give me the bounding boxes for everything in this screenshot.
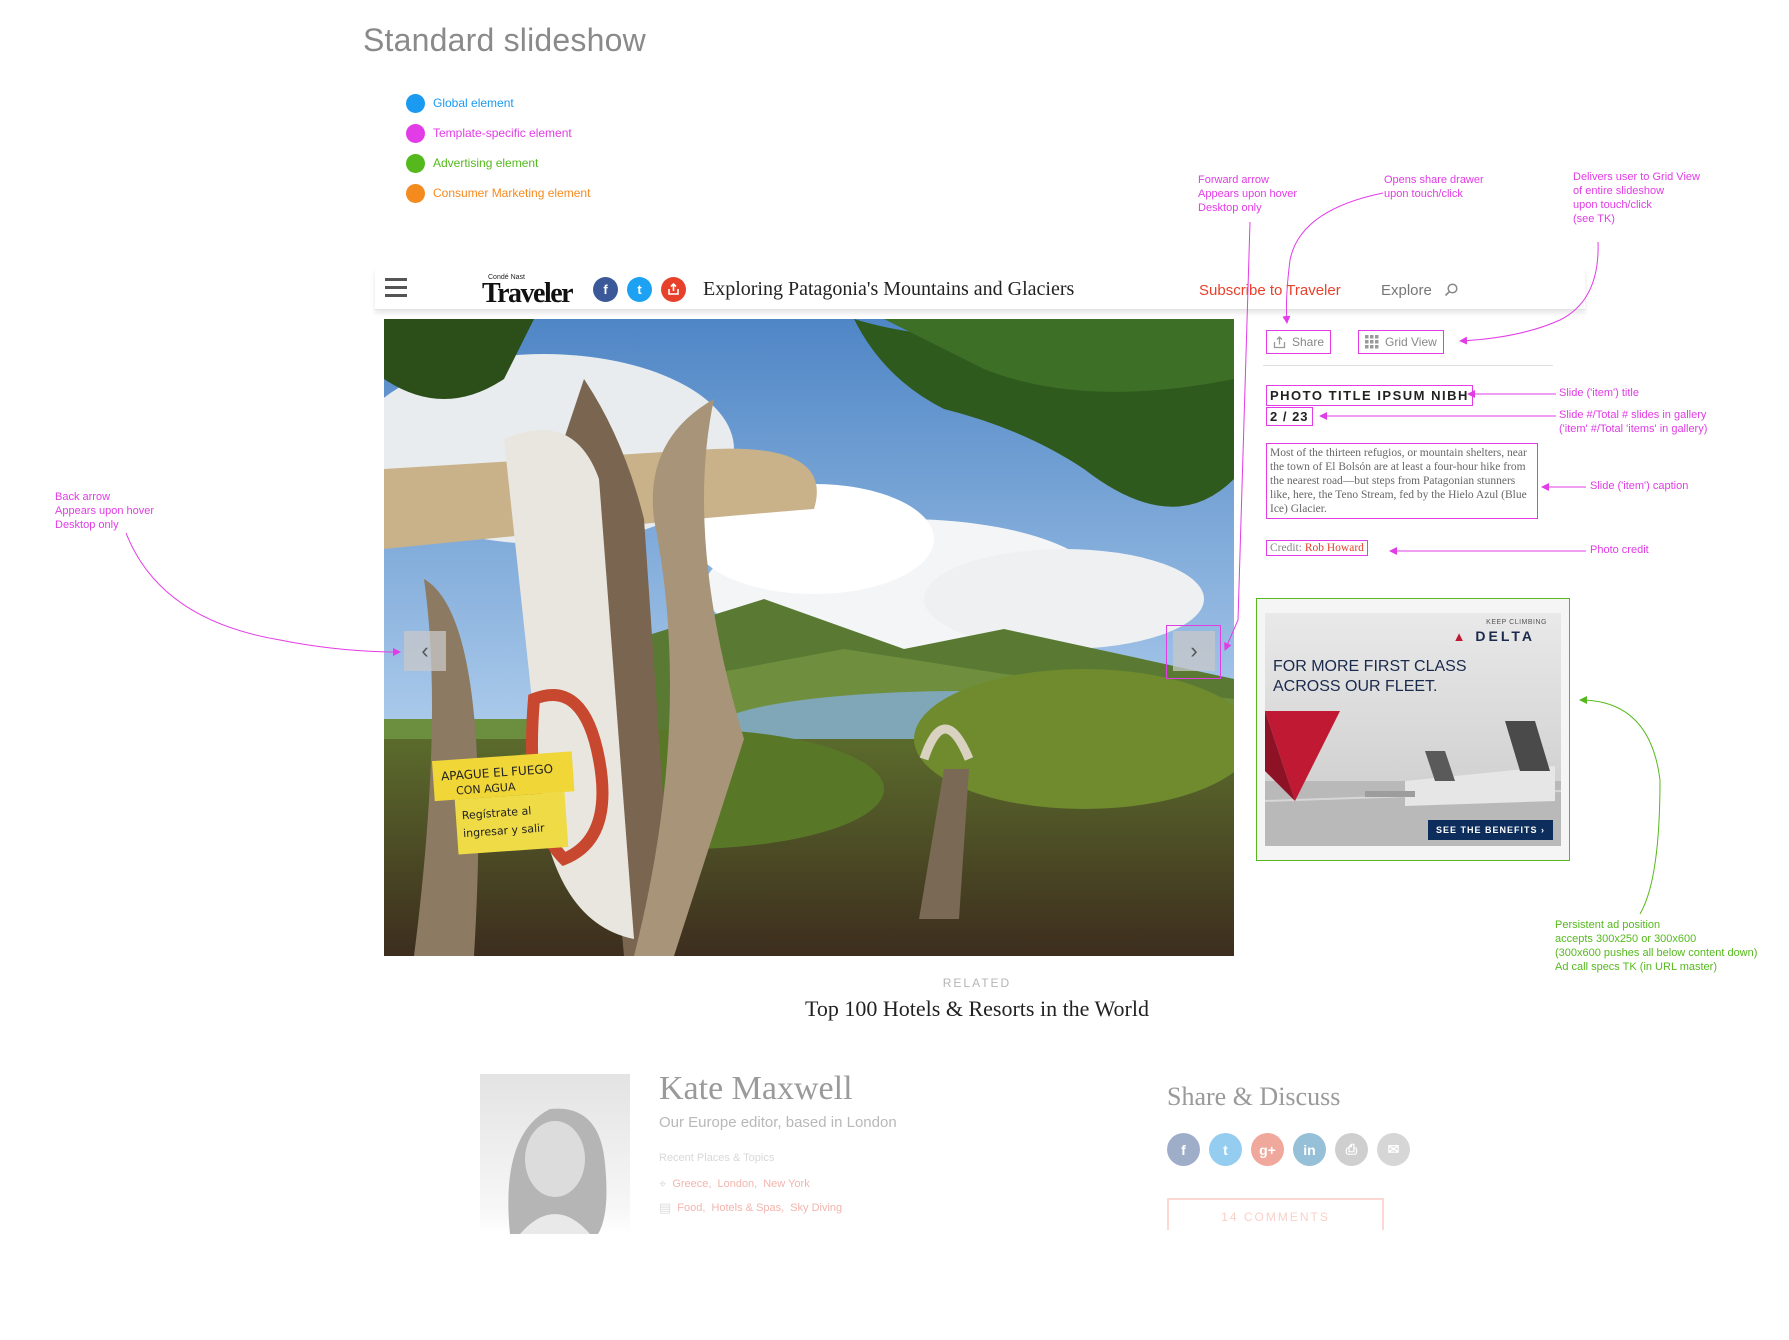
search-icon[interactable] [1444, 283, 1458, 297]
location-pin-icon: ⌖ [659, 1176, 667, 1191]
recent-places-label: Recent Places & Topics [659, 1152, 775, 1164]
annotation-slide-count: Slide #/Total # slides in gallery ('item… [1559, 409, 1708, 435]
share-icon[interactable] [661, 277, 686, 302]
linkedin-share-icon[interactable]: in [1293, 1133, 1326, 1166]
slide-counter: 2 / 23 [1266, 407, 1313, 426]
author-role: Our Europe editor, based in London [659, 1114, 897, 1131]
annotation-share-drawer: Opens share drawer upon touch/click [1384, 174, 1484, 200]
legend-item-template: Template-specific element [406, 118, 590, 148]
topic-link[interactable]: Sky Diving [790, 1202, 842, 1214]
annotation-slide-title: Slide ('item') title [1559, 387, 1639, 399]
annotation-grid-view: Delivers user to Grid View of entire sli… [1573, 171, 1700, 225]
grid-view-label: Grid View [1385, 335, 1437, 349]
annotation-slide-caption: Slide ('item') caption [1590, 480, 1689, 492]
author-avatar [480, 1074, 630, 1234]
slide-photo-scene: APAGUE EL FUEGO CON AGUA Regístrate al i… [384, 319, 1234, 956]
related-label: RELATED [942, 976, 1012, 990]
recent-places-row: ⌖ Greece, London, New York [659, 1176, 810, 1192]
grid-icon [1365, 335, 1379, 349]
legend-dot-icon [406, 93, 425, 113]
recent-topics-row: ▤ Food, Hotels & Spas, Sky Diving [659, 1200, 842, 1216]
legend-dot-icon [406, 153, 425, 173]
page-title: Standard slideshow [363, 22, 646, 58]
topic-link[interactable]: Hotels & Spas, [711, 1202, 784, 1214]
hamburger-menu-icon[interactable] [385, 278, 407, 298]
slide-back-arrow[interactable]: ‹ [404, 631, 446, 671]
share-button-label: Share [1292, 335, 1325, 349]
author-portrait [508, 1108, 607, 1234]
explore-link[interactable]: Explore [1381, 282, 1458, 299]
photo-credit: Credit: Rob Howard [1266, 540, 1368, 556]
facebook-share-icon[interactable]: f [1167, 1133, 1200, 1166]
annotation-ad-position: Persistent ad position accepts 300x250 o… [1555, 919, 1758, 973]
delta-ad[interactable]: KEEP CLIMBING ▲ DELTA FOR MORE FIRST CLA… [1265, 613, 1561, 846]
topic-link[interactable]: Food, [677, 1202, 705, 1214]
slide-photo: APAGUE EL FUEGO CON AGUA Regístrate al i… [384, 319, 1234, 956]
grid-view-button[interactable]: Grid View [1358, 330, 1444, 354]
legend-item-consumer-marketing: Consumer Marketing element [406, 178, 590, 208]
legend-dot-icon [406, 183, 425, 203]
ad-headline-line-1: FOR MORE FIRST CLASS [1273, 658, 1467, 675]
share-discuss-title: Share & Discuss [1167, 1082, 1341, 1111]
chevron-left-icon: ‹ [421, 638, 429, 663]
nav-headline: Exploring Patagonia's Mountains and Glac… [703, 278, 1075, 300]
facebook-icon[interactable]: f [593, 277, 618, 302]
explore-label: Explore [1381, 282, 1432, 299]
legend-item-advertising: Advertising element [406, 148, 590, 178]
rail-divider [1263, 365, 1553, 366]
annotation-photo-credit: Photo credit [1590, 544, 1649, 556]
traveler-logo[interactable]: Condé Nast Traveler [482, 271, 574, 309]
delta-widget-icon: ▲ [1452, 629, 1469, 644]
share-button[interactable]: Share [1266, 330, 1332, 354]
legend-label: Consumer Marketing element [433, 186, 591, 200]
ad-headline: FOR MORE FIRST CLASS ACROSS OUR FLEET. [1273, 657, 1467, 697]
site-nav-bar: Condé Nast Traveler f t Exploring Patago… [375, 268, 1585, 310]
ad-headline-line-2: ACROSS OUR FLEET. [1273, 678, 1438, 695]
place-link[interactable]: London, [717, 1178, 757, 1190]
print-icon[interactable]: ⎙ [1335, 1133, 1368, 1166]
legend-item-global: Global element [406, 88, 590, 118]
logo-big-text: Traveler [482, 278, 574, 309]
place-link[interactable]: Greece, [672, 1178, 711, 1190]
google-plus-share-icon[interactable]: g+ [1251, 1133, 1284, 1166]
ad-slot: KEEP CLIMBING ▲ DELTA FOR MORE FIRST CLA… [1256, 598, 1570, 861]
related-link[interactable]: Top 100 Hotels & Resorts in the World [0, 996, 1789, 1022]
ad-cta-button[interactable]: SEE THE BENEFITS › [1427, 820, 1553, 840]
chevron-right-icon: › [1190, 638, 1198, 663]
ad-brand: ▲ DELTA [1453, 628, 1535, 644]
comments-button[interactable]: 14 COMMENTS [1167, 1198, 1384, 1230]
annotation-back-arrow: Back arrow Appears upon hover Desktop on… [55, 491, 155, 531]
slide-caption: Most of the thirteen refugios, or mounta… [1266, 443, 1538, 519]
twitter-icon[interactable]: t [627, 277, 652, 302]
legend-label: Advertising element [433, 156, 539, 170]
ad-tagline: KEEP CLIMBING [1486, 619, 1547, 626]
place-link[interactable]: New York [763, 1178, 809, 1190]
topic-tag-icon: ▤ [659, 1200, 672, 1215]
legend-label: Global element [433, 96, 514, 110]
legend-dot-icon [406, 123, 425, 143]
legend-label: Template-specific element [433, 126, 572, 140]
twitter-share-icon[interactable]: t [1209, 1133, 1242, 1166]
slide-title: PHOTO TITLE IPSUM NIBH [1266, 385, 1473, 406]
ad-brand-text: DELTA [1475, 628, 1535, 644]
slide-forward-arrow[interactable]: › [1173, 631, 1215, 671]
credit-name[interactable]: Rob Howard [1305, 542, 1364, 554]
share-tray-icon [1273, 335, 1286, 348]
credit-label: Credit: [1270, 542, 1302, 554]
annotation-forward-arrow: Forward arrow Appears upon hover Desktop… [1198, 174, 1298, 214]
author-name[interactable]: Kate Maxwell [659, 1070, 853, 1108]
color-legend: Global element Template-specific element… [406, 88, 590, 208]
subscribe-link[interactable]: Subscribe to Traveler [1199, 282, 1341, 299]
email-icon[interactable]: ✉ [1377, 1133, 1410, 1166]
